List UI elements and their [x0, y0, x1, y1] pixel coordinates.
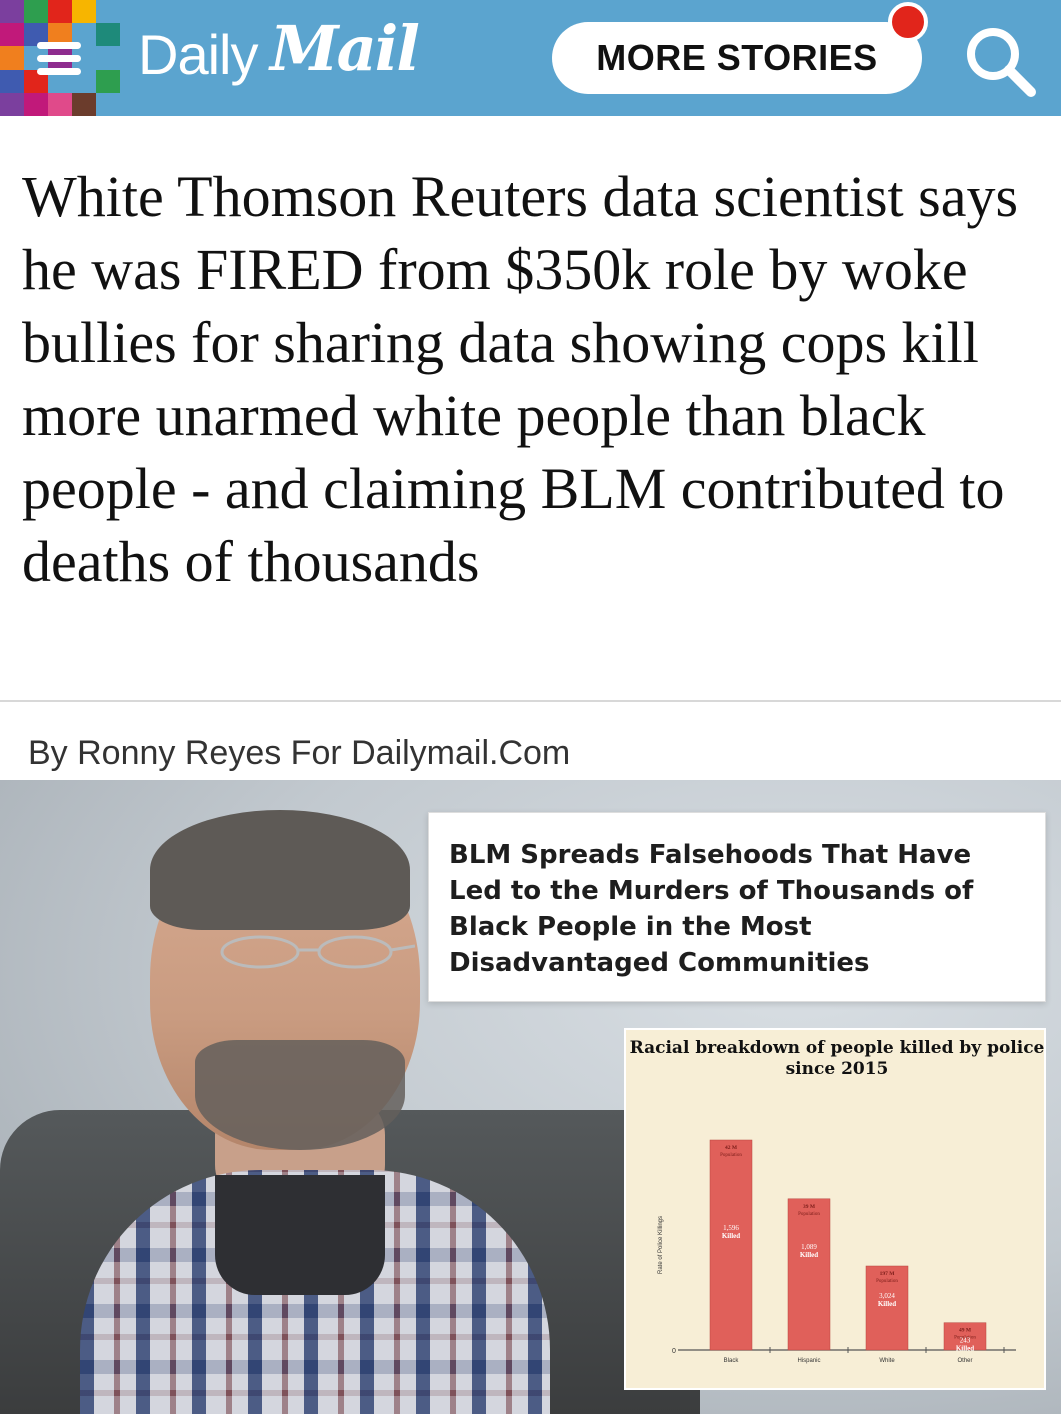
data-label: Killed	[878, 1300, 896, 1308]
x-tick-label: Black	[724, 1358, 740, 1364]
quote-callout: BLM Spreads Falsehoods That Have Led to …	[428, 812, 1046, 1002]
bar-hispanic	[787, 1198, 831, 1351]
person-tshirt	[215, 1175, 385, 1295]
population-label: Population	[798, 1212, 820, 1217]
x-tick-label: Hispanic	[797, 1358, 820, 1364]
population-label: 49 M	[959, 1328, 972, 1334]
data-label: 1,596	[723, 1224, 739, 1232]
x-tick-label: Other	[957, 1358, 972, 1364]
search-icon[interactable]	[963, 24, 1039, 100]
data-label: 243	[960, 1337, 971, 1345]
data-label: 3,024	[879, 1292, 895, 1300]
chart-svg: Rate of Police Killings 0 Black 42 M Populat…	[658, 1139, 1016, 1364]
y-axis-label: Rate of Police Killings	[658, 1216, 664, 1274]
population-label: Population	[720, 1153, 742, 1158]
notification-dot	[888, 2, 928, 42]
police-killings-chart: Racial breakdown of people killed by pol…	[624, 1028, 1046, 1390]
population-label: Population	[876, 1279, 898, 1284]
article-headline: White Thomson Reuters data scientist say…	[22, 164, 1019, 594]
population-label: 39 M	[803, 1204, 816, 1210]
data-label: Killed	[800, 1251, 818, 1259]
byline[interactable]: By Ronny Reyes For Dailymail.Com	[28, 734, 570, 773]
more-stories-button[interactable]: MORE STORIES	[552, 22, 922, 94]
y-tick-label: 0	[672, 1348, 676, 1355]
population-label: 42 M	[725, 1145, 738, 1151]
callout-text: BLM Spreads Falsehoods That Have Led to …	[449, 840, 974, 978]
data-label: Killed	[956, 1345, 974, 1353]
person-beard	[195, 1040, 405, 1150]
menu-button[interactable]	[24, 24, 94, 94]
site-header: Daily Mail MORE STORIES	[0, 0, 1061, 116]
data-label: 1,089	[801, 1243, 817, 1251]
x-tick-label: White	[879, 1358, 895, 1364]
logo-mail[interactable]: Mail	[270, 12, 420, 85]
person-hair	[150, 810, 410, 930]
divider	[0, 700, 1061, 702]
bar-black	[709, 1139, 753, 1351]
glasses-icon	[220, 935, 415, 969]
data-label: Killed	[722, 1232, 740, 1240]
population-label: 197 M	[880, 1271, 896, 1277]
logo-daily[interactable]: Daily	[138, 22, 258, 87]
